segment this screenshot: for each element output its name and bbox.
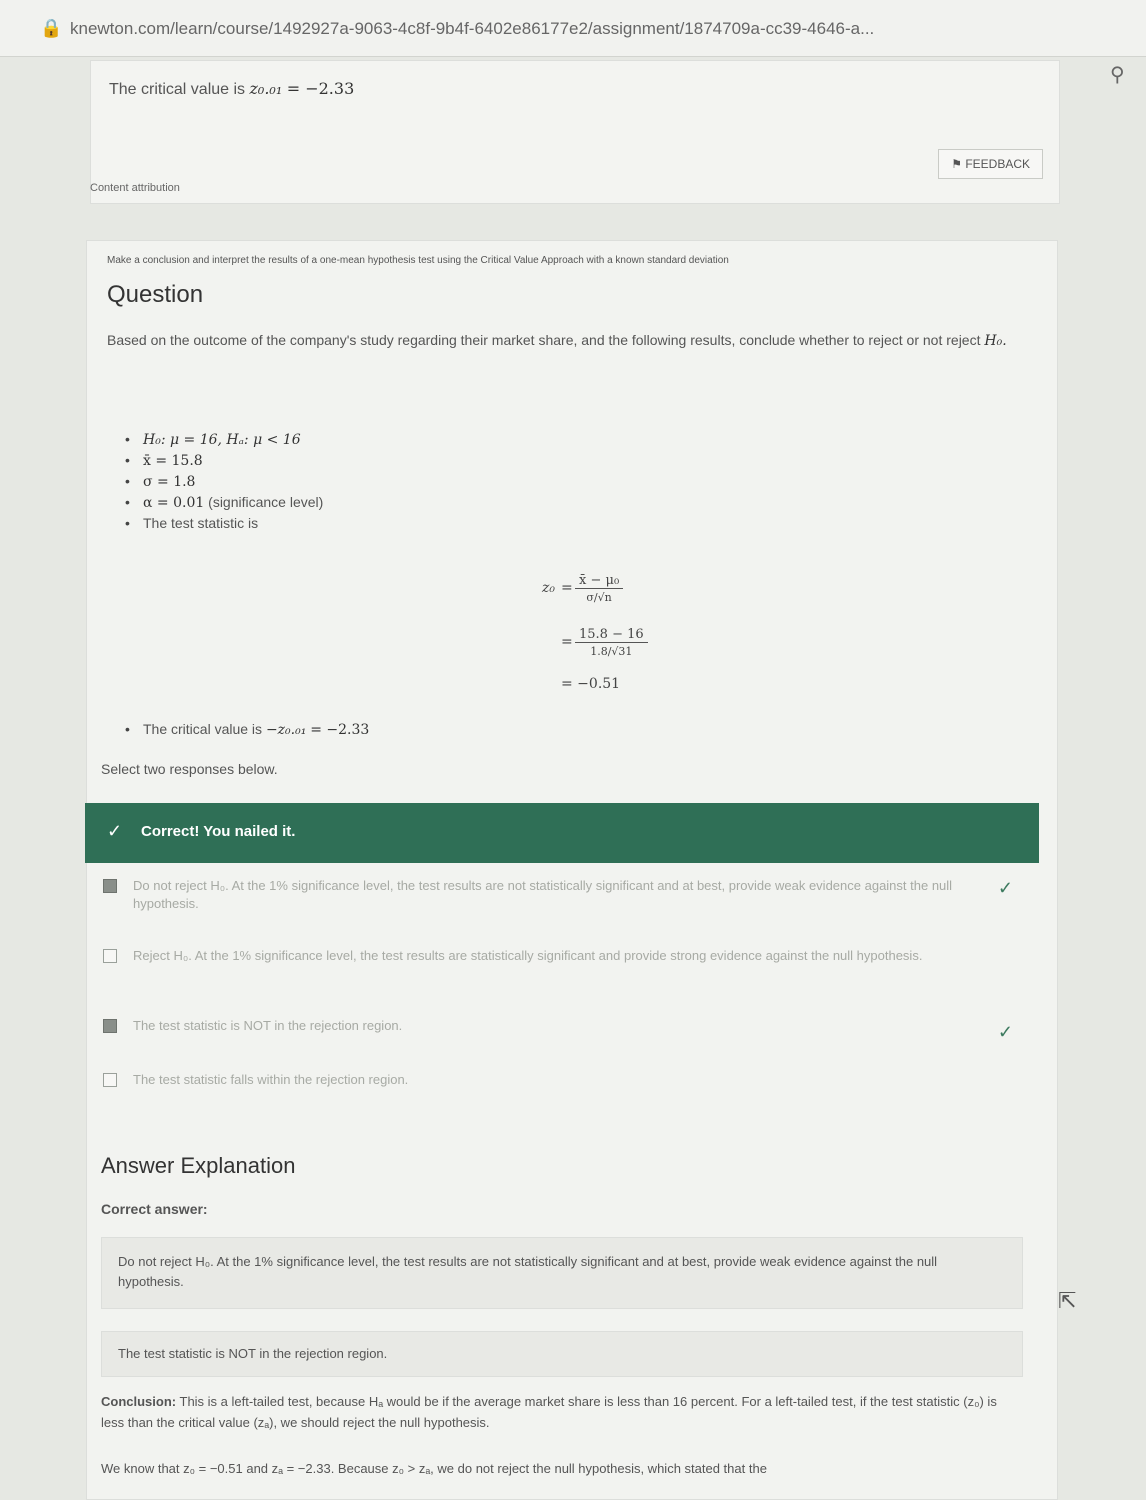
critical-prefix: The critical value is [143, 721, 263, 737]
formula-numerator-values: 15.8 − 16 [575, 627, 648, 643]
option-text: The test statistic is NOT in the rejecti… [133, 1018, 403, 1033]
critical-value-item: The critical value is −z₀.₀₁ = −2.33 [125, 721, 369, 738]
hypotheses: H₀: μ = 16, Hₐ: μ < 16 [143, 432, 301, 448]
question-text-body: Based on the outcome of the company's st… [107, 332, 981, 348]
list-item: The test statistic is [125, 513, 323, 534]
answer-explanation-title: Answer Explanation [101, 1153, 296, 1178]
formula-denominator: σ/√n [586, 590, 612, 604]
sample-mean: x̄ = 15.8 [143, 453, 203, 469]
banner-text: Correct! You nailed it. [141, 823, 296, 840]
feedback-button[interactable]: ⚑ FEEDBACK [938, 149, 1043, 179]
alpha-note: (significance level) [208, 494, 324, 510]
test-statistic-formula: z₀ = x̄ − μ₀ σ/√n = 15.8 − 16 1.8/√31 = … [527, 561, 648, 699]
given-results-list: H₀: μ = 16, Hₐ: μ < 16 x̄ = 15.8 σ = 1.8… [125, 429, 323, 534]
formula-fraction-values: 15.8 − 16 1.8/√31 [575, 627, 648, 658]
list-item: x̄ = 15.8 [125, 450, 323, 471]
formula-lhs: z₀ [542, 580, 555, 596]
formula-result: = −0.51 [561, 676, 621, 692]
test-statistic-label: The test statistic is [143, 515, 259, 531]
option-text: The test statistic falls within the reje… [133, 1072, 409, 1087]
list-item: H₀: μ = 16, Hₐ: μ < 16 [125, 429, 323, 450]
previous-question-card: The critical value is z₀.₀₁ = −2.33 ⚑ FE… [90, 60, 1060, 204]
correct-answer-box: The test statistic is NOT in the rejecti… [101, 1331, 1023, 1377]
question-card: Make a conclusion and interpret the resu… [85, 240, 1058, 1500]
conclusion-paragraph: Conclusion: This is a left-tailed test, … [101, 1391, 1021, 1433]
search-icon[interactable]: ⚲ [1110, 62, 1125, 87]
correct-answer-2: The test statistic is NOT in the rejecti… [118, 1346, 388, 1361]
answer-option[interactable]: Do not reject H₀. At the 1% significance… [103, 877, 1013, 913]
option-text: Reject H₀. At the 1% significance level,… [133, 948, 923, 963]
answer-option[interactable]: The test statistic is NOT in the rejecti… [103, 1017, 1013, 1041]
answer-option[interactable]: The test statistic falls within the reje… [103, 1071, 1003, 1089]
critical-value: = −2.33 [286, 79, 355, 98]
critical-prefix: The critical value is [109, 81, 246, 98]
correct-check-icon: ✓ [997, 878, 1013, 898]
list-item: α = 0.01 (significance level) [125, 492, 323, 513]
formula-denominator-values: 1.8/√31 [590, 644, 633, 658]
select-instruction: Select two responses below. [101, 761, 278, 777]
question-title: Question [107, 281, 204, 308]
critical-symbol: z₀.₀₁ [249, 79, 283, 98]
previous-critical-value: The critical value is z₀.₀₁ = −2.33 [109, 79, 354, 99]
checkbox-checked[interactable] [103, 879, 117, 893]
alpha: α = 0.01 [143, 495, 205, 511]
formula-fraction-general: x̄ − μ₀ σ/√n [575, 573, 624, 604]
question-text-hypothesis: H₀. [984, 333, 1007, 349]
correct-answer-box: Do not reject H₀. At the 1% significance… [101, 1237, 1023, 1309]
explanation-last-line: We know that z₀ = −0.51 and zₐ = −2.33. … [101, 1461, 767, 1476]
conclusion-text: This is a left-tailed test, because Hₐ w… [101, 1394, 997, 1430]
checkmark-icon: ✓ [107, 821, 123, 841]
question-text: Based on the outcome of the company's st… [107, 329, 1027, 352]
critical-value: = −2.33 [310, 722, 370, 738]
sigma: σ = 1.8 [143, 474, 196, 490]
browser-address-bar[interactable]: 🔒 knewton.com/learn/course/1492927a-9063… [0, 0, 1146, 57]
mouse-cursor-icon: ⇱ [1058, 1288, 1077, 1313]
correct-answer-label: Correct answer: [101, 1201, 208, 1217]
feedback-label: FEEDBACK [965, 157, 1030, 171]
correct-answer-1: Do not reject H₀. At the 1% significance… [118, 1254, 938, 1289]
formula-numerator: x̄ − μ₀ [575, 573, 624, 589]
checkbox-unchecked[interactable] [103, 1073, 117, 1087]
conclusion-label: Conclusion: [101, 1394, 177, 1409]
correct-banner: ✓ Correct! You nailed it. [85, 803, 1039, 863]
content-attribution-link[interactable]: Content attribution [90, 182, 180, 194]
critical-symbol: −z₀.₀₁ [265, 722, 307, 738]
url-text[interactable]: knewton.com/learn/course/1492927a-9063-4… [70, 19, 874, 39]
lock-icon: 🔒 [40, 18, 63, 38]
flag-icon: ⚑ [951, 157, 962, 171]
answer-option[interactable]: Reject H₀. At the 1% significance level,… [103, 947, 1003, 965]
option-text: Do not reject H₀. At the 1% significance… [133, 878, 953, 911]
question-topic: Make a conclusion and interpret the resu… [107, 255, 729, 266]
list-item: σ = 1.8 [125, 471, 323, 492]
checkbox-unchecked[interactable] [103, 949, 117, 963]
checkbox-checked[interactable] [103, 1019, 117, 1033]
correct-check-icon: ✓ [997, 1022, 1013, 1042]
